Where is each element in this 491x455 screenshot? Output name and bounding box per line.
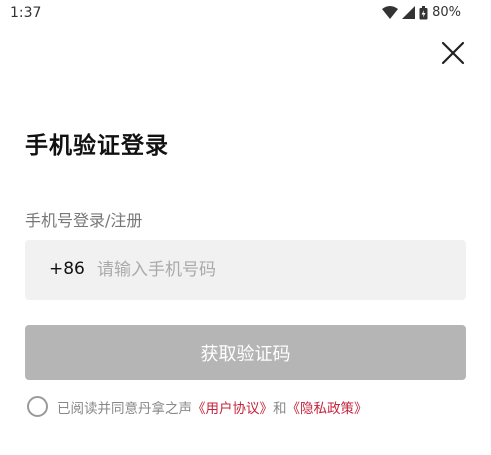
privacy-policy-link[interactable]: 《隐私政策》 (287, 397, 368, 417)
battery-icon (419, 5, 428, 19)
agreement-row: 已阅读并同意丹拿之声 《用户协议》 和 《隐私政策》 (27, 396, 368, 417)
get-code-button[interactable]: 获取验证码 (25, 325, 466, 380)
page-title: 手机验证登录 (25, 133, 169, 159)
wifi-icon (382, 6, 399, 19)
status-time: 1:37 (10, 5, 42, 21)
signal-icon (402, 6, 416, 19)
status-bar: 1:37 80% (0, 0, 491, 28)
phone-input[interactable] (95, 250, 455, 290)
agreement-prefix: 已阅读并同意丹拿之声 (57, 400, 192, 417)
close-button[interactable] (440, 40, 466, 66)
battery-percent: 80% (432, 5, 461, 20)
user-agreement-link[interactable]: 《用户协议》 (192, 397, 273, 417)
phone-input-box: +86 (25, 240, 466, 300)
close-icon (441, 41, 465, 65)
agreement-joiner: 和 (273, 400, 287, 417)
country-code[interactable]: +86 (49, 259, 85, 279)
status-icons: 80% (382, 5, 461, 20)
login-subtitle: 手机号登录/注册 (25, 211, 143, 230)
agreement-checkbox[interactable] (27, 396, 48, 417)
